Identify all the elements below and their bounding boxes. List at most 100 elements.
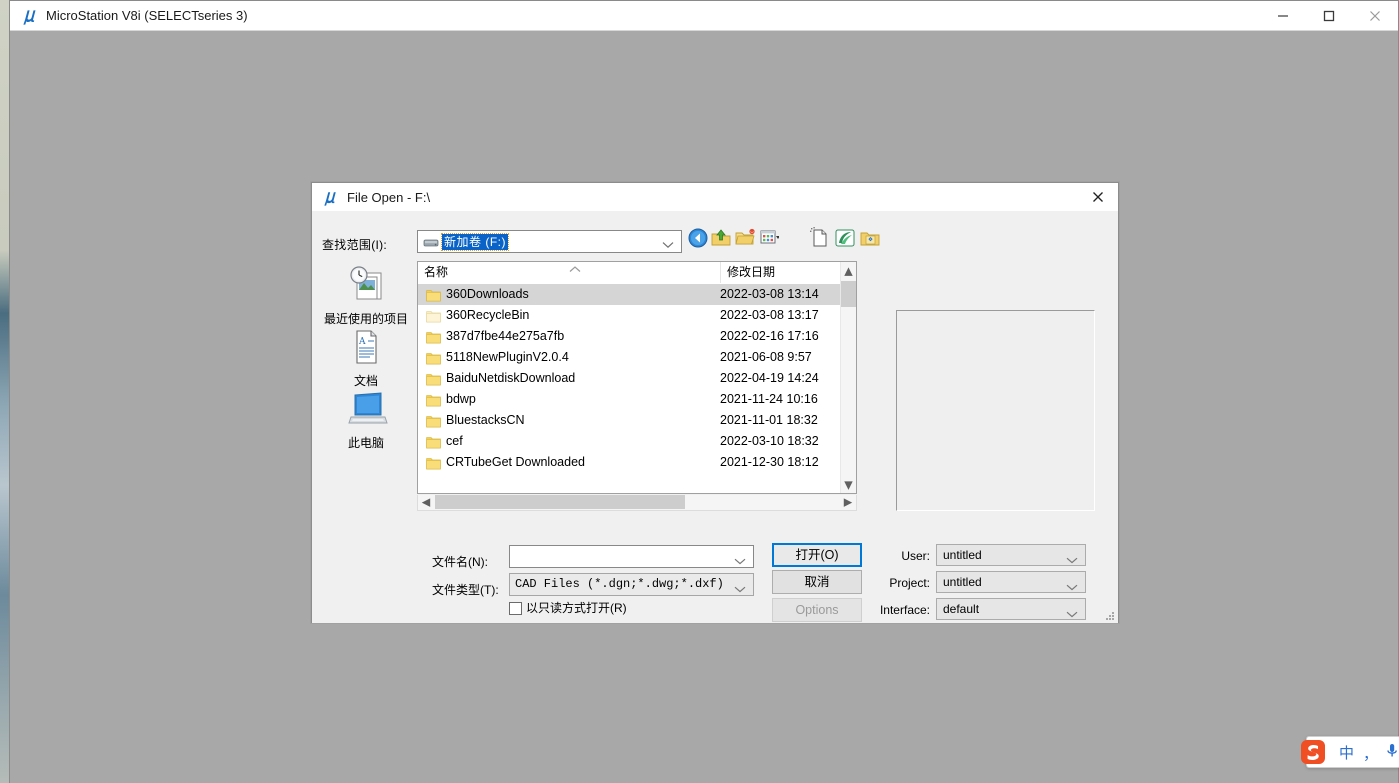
open-readonly-label[interactable]: 以只读方式打开(R)	[526, 599, 627, 616]
list-column-headers: 名称 修改日期	[418, 262, 856, 285]
table-row[interactable]: 360RecycleBin 2022-03-08 13:17	[418, 305, 841, 326]
place-label: 最近使用的项目	[321, 310, 411, 327]
folder-star-icon[interactable]	[859, 227, 885, 253]
table-row[interactable]: 360Downloads 2022-03-08 13:14	[418, 284, 841, 305]
main-title-bar: MicroStation V8i (SELECTseries 3)	[10, 1, 1398, 31]
file-name: 360RecycleBin	[446, 305, 529, 326]
file-name: Dialogs	[446, 473, 488, 474]
file-name: BaiduNetdiskDownload	[446, 368, 575, 389]
file-name: 5118NewPluginV2.0.4	[446, 347, 569, 368]
table-row[interactable]: 5118NewPluginV2.0.42021-06-08 9:57	[418, 347, 841, 368]
file-date: 2022-02-16 17:16	[720, 326, 819, 347]
bentley-logo-icon[interactable]	[834, 227, 860, 253]
chevron-down-icon[interactable]	[1066, 553, 1078, 567]
user-value: untitled	[943, 548, 982, 562]
place-documents[interactable]: A 文档	[321, 327, 411, 389]
file-name: bdwp	[446, 389, 476, 410]
dialog-close-icon[interactable]	[1078, 183, 1118, 211]
look-in-combobox[interactable]: 新加卷 (F:)	[417, 230, 682, 253]
look-in-value: 新加卷 (F:)	[442, 234, 508, 250]
chevron-down-icon[interactable]	[662, 238, 674, 252]
horizontal-scrollbar-thumb[interactable]	[435, 495, 685, 509]
open-readonly-checkbox[interactable]	[509, 602, 522, 615]
dialog-title-bar: File Open - F:\	[312, 183, 1118, 212]
table-row[interactable]: BaiduNetdiskDownload 2022-04-19 14:24	[418, 368, 841, 389]
close-icon[interactable]	[1352, 1, 1398, 30]
horizontal-scrollbar[interactable]: ◀ ▶	[417, 495, 857, 511]
ime-language-toggle[interactable]: 中	[1339, 742, 1354, 763]
vertical-scrollbar-thumb[interactable]	[841, 281, 856, 307]
table-row[interactable]: bdwp2021-11-24 10:16	[418, 389, 841, 410]
resize-grip[interactable]	[1104, 609, 1116, 621]
file-date: 2022-03-08 13:14	[720, 284, 819, 305]
dialog-title: File Open - F:\	[347, 190, 430, 205]
open-button[interactable]: 打开(O)	[772, 543, 862, 567]
file-name: BluestacksCN	[446, 410, 525, 431]
folder-icon	[426, 393, 441, 406]
interface-select[interactable]: default	[936, 598, 1086, 620]
microphone-icon[interactable]	[1385, 742, 1399, 763]
folder-icon	[426, 435, 441, 448]
vertical-scrollbar[interactable]: ▲ ▼	[840, 262, 856, 493]
scroll-left-icon[interactable]: ◀	[418, 495, 434, 509]
microstation-icon	[323, 189, 340, 206]
maximize-icon[interactable]	[1306, 1, 1352, 30]
file-name: CRTubeGet Downloaded	[446, 452, 585, 473]
chevron-down-icon[interactable]	[1066, 607, 1078, 621]
preview-pane	[896, 310, 1095, 511]
file-open-dialog: File Open - F:\ 查找范围(I):	[311, 182, 1119, 623]
file-date: 2021-11-01 18:32	[720, 410, 818, 431]
place-recent-items[interactable]: 最近使用的项目	[321, 265, 411, 327]
file-date: 2022-03-08 13:17	[720, 305, 819, 326]
hard-drive-icon	[423, 236, 439, 249]
user-label: User:	[868, 549, 930, 563]
user-select[interactable]: untitled	[936, 544, 1086, 566]
filename-input[interactable]	[509, 545, 754, 568]
main-window-title: MicroStation V8i (SELECTseries 3)	[46, 8, 248, 23]
ime-toolbar: 中 ，	[1306, 736, 1399, 768]
table-row[interactable]: 387d7fbe44e275a7fb 2022-02-16 17:16	[418, 326, 841, 347]
filetype-select[interactable]: CAD Files (*.dgn;*.dwg;*.dxf)	[509, 573, 754, 596]
chevron-down-icon[interactable]	[1066, 580, 1078, 594]
new-document-icon[interactable]	[809, 227, 835, 253]
file-date: 2022-04-19 14:24	[720, 368, 819, 389]
chevron-down-icon[interactable]	[734, 582, 746, 596]
place-this-pc[interactable]: 此电脑	[321, 389, 411, 451]
table-row[interactable]: CRTubeGet Downloaded 2021-12-30 18:12	[418, 452, 841, 473]
microstation-icon	[22, 7, 40, 25]
sogou-logo-icon[interactable]	[1298, 739, 1328, 765]
project-value: untitled	[943, 575, 982, 589]
views-grid-icon[interactable]	[759, 227, 795, 253]
folder-icon	[426, 351, 441, 364]
file-name: 387d7fbe44e275a7fb	[446, 326, 564, 347]
folder-icon	[426, 309, 441, 322]
chevron-down-icon[interactable]	[734, 554, 746, 568]
options-button: Options	[772, 598, 862, 622]
scroll-up-icon[interactable]: ▲	[841, 262, 856, 279]
column-header-date[interactable]: 修改日期	[720, 262, 857, 283]
cancel-button[interactable]: 取消	[772, 570, 862, 594]
file-list-rows[interactable]: 360Downloads 2022-03-08 13:14 360RecycleB…	[418, 284, 841, 474]
filetype-value: CAD Files (*.dgn;*.dwg;*.dxf)	[515, 577, 724, 591]
scroll-down-icon[interactable]: ▼	[841, 476, 856, 493]
folder-icon	[426, 288, 441, 301]
file-name: 360Downloads	[446, 284, 529, 305]
file-date: 2021-12-30 18:12	[720, 452, 819, 473]
file-name: cef	[446, 431, 463, 452]
table-row[interactable]: cef 2022-03-10 18:32	[418, 431, 841, 452]
scroll-right-icon[interactable]: ▶	[840, 495, 856, 509]
folder-icon	[426, 456, 441, 469]
file-date: 2022-03-10 18:32	[720, 431, 819, 452]
new-folder-icon[interactable]	[734, 227, 760, 253]
table-row[interactable]: BluestacksCN 2021-11-01 18:32	[418, 410, 841, 431]
filename-label: 文件名(N):	[432, 553, 488, 570]
minimize-icon[interactable]	[1260, 1, 1306, 30]
application-client-area: File Open - F:\ 查找范围(I):	[10, 31, 1398, 783]
table-row[interactable]: Dialogs 2022-03-10 18:32	[418, 473, 841, 474]
project-select[interactable]: untitled	[936, 571, 1086, 593]
file-date: 2022-03-10 18:32	[720, 473, 819, 474]
up-folder-icon[interactable]	[710, 227, 736, 253]
sort-ascending-icon	[568, 263, 582, 277]
file-list-view[interactable]: 名称 修改日期 360Downloads 2022-03-08 13:14 360…	[417, 261, 857, 494]
ime-punctuation-toggle[interactable]: ，	[1363, 743, 1378, 764]
